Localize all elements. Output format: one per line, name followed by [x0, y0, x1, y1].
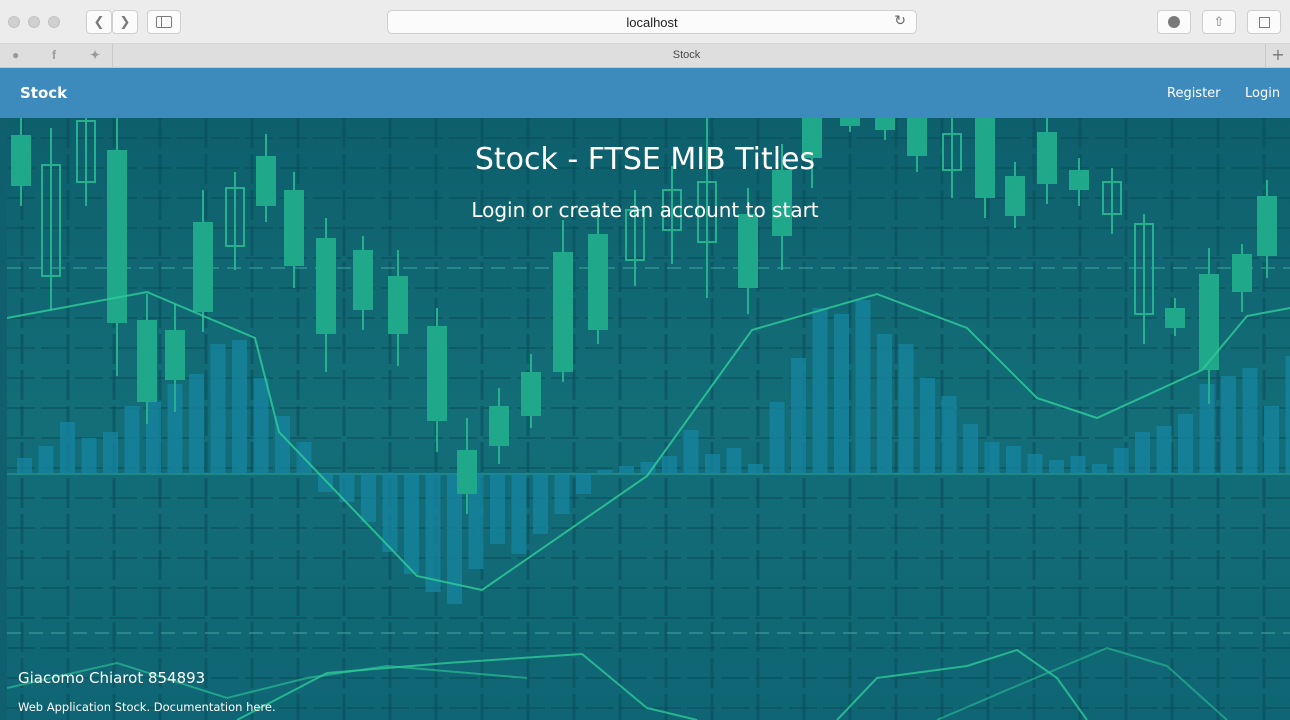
address-bar[interactable]: localhost ↻ [387, 10, 917, 34]
twitter-icon[interactable]: ✦ [90, 48, 100, 62]
tab-stock[interactable]: Stock [113, 49, 1260, 61]
tabs-button[interactable] [1247, 10, 1281, 34]
footer-documentation[interactable]: Web Application Stock. Documentation her… [18, 700, 276, 714]
tab-bar: ● f ✦ Stock + [0, 44, 1290, 68]
plus-icon[interactable]: + [1265, 44, 1290, 68]
reload-icon[interactable]: ↻ [894, 13, 906, 29]
sidebar-icon [156, 16, 172, 28]
back-icon: ❮ [93, 14, 105, 30]
close-window-button[interactable] [8, 16, 20, 28]
footer-author: Giacomo Chiarot 854893 [18, 669, 206, 687]
address-text: localhost [626, 15, 678, 30]
download-icon [1168, 16, 1180, 28]
share-icon: ⇧ [1213, 14, 1225, 30]
browser-toolbar: ❮ ❯ localhost ↻ ⇧ [0, 0, 1290, 44]
facebook-icon[interactable]: f [52, 48, 56, 62]
forward-button[interactable]: ❯ [112, 10, 138, 34]
minimize-window-button[interactable] [28, 16, 40, 28]
brand-link[interactable]: Stock [20, 84, 67, 102]
tabs-icon [1258, 16, 1270, 28]
download-button[interactable] [1157, 10, 1191, 34]
app-navbar: Stock Register Login [0, 68, 1290, 118]
sidebar-button[interactable] [147, 10, 181, 34]
share-button[interactable]: ⇧ [1202, 10, 1236, 34]
hero-title: Stock - FTSE MIB Titles [474, 142, 816, 177]
maximize-window-button[interactable] [48, 16, 60, 28]
forward-icon: ❯ [119, 14, 131, 30]
login-link[interactable]: Login [1245, 86, 1280, 101]
register-link[interactable]: Register [1167, 86, 1221, 101]
apple-icon[interactable]: ● [12, 48, 19, 62]
back-button[interactable]: ❮ [86, 10, 112, 34]
hero-subtitle: Login or create an account to start [471, 198, 819, 222]
